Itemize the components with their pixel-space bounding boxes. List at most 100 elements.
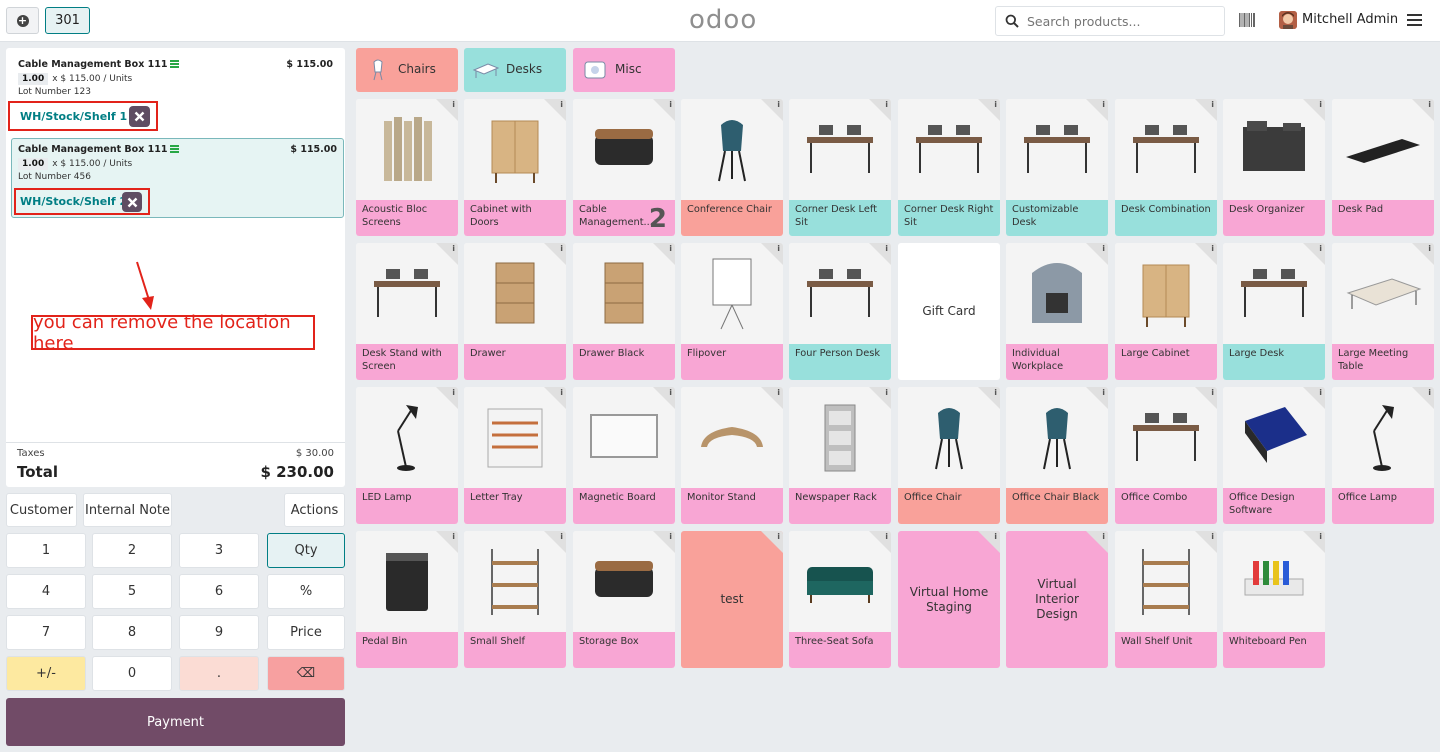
product-card[interactable]: Corner Desk Right Sit i (898, 99, 1000, 236)
product-name: Individual Workplace (1006, 344, 1108, 380)
lot-list-icon[interactable] (170, 145, 180, 153)
info-icon: i (1102, 532, 1105, 541)
product-name: Wall Shelf Unit (1115, 632, 1217, 668)
product-card[interactable]: Office Lamp i (1332, 387, 1434, 524)
product-card[interactable]: Individual Workplace i (1006, 243, 1108, 380)
product-card[interactable]: Office Chair Black i (1006, 387, 1108, 524)
product-card[interactable]: Monitor Stand i (681, 387, 783, 524)
product-card[interactable]: Desk Stand with Screen i (356, 243, 458, 380)
info-icon: i (885, 100, 888, 109)
product-card[interactable]: Customizable Desk i (1006, 99, 1108, 236)
product-name: Newspaper Rack (789, 488, 891, 524)
numpad-key-4[interactable]: 4 (6, 574, 86, 609)
product-card[interactable]: Conference Chair i (681, 99, 783, 236)
product-card[interactable]: Corner Desk Left Sit i (789, 99, 891, 236)
order-line[interactable]: Cable Management Box 111 $ 115.00 1.00 x … (6, 54, 345, 134)
product-card[interactable]: Magnetic Board i (573, 387, 675, 524)
info-icon: i (669, 100, 672, 109)
internal-note-button[interactable]: Internal Note (83, 493, 172, 527)
top-bar: + 301 odoo Mitchell Admin (0, 0, 1440, 42)
qty-mode-button[interactable]: Qty (267, 533, 345, 568)
info-icon: i (777, 532, 780, 541)
payment-button[interactable]: Payment (6, 698, 345, 746)
product-card[interactable]: Four Person Desk i (789, 243, 891, 380)
search-icon (1005, 14, 1019, 28)
category-misc[interactable]: Misc (573, 48, 675, 92)
numpad-key-8[interactable]: 8 (92, 615, 172, 650)
misc-icon (584, 61, 606, 79)
actions-button[interactable]: Actions (284, 493, 345, 527)
product-card[interactable]: Gift Card (898, 243, 1000, 380)
product-card[interactable]: Pedal Bin i (356, 531, 458, 668)
numpad-key-1[interactable]: 1 (6, 533, 86, 568)
divider (6, 442, 345, 443)
product-card[interactable]: test i (681, 531, 783, 668)
product-card[interactable]: Virtual Interior Design i (1006, 531, 1108, 668)
backspace-button[interactable]: ⌫ (267, 656, 345, 691)
numpad-key-2[interactable]: 2 (92, 533, 172, 568)
product-card[interactable]: Desk Combination i (1115, 99, 1217, 236)
info-icon: i (994, 532, 997, 541)
product-card[interactable]: Storage Box i (573, 531, 675, 668)
product-card[interactable]: LED Lamp i (356, 387, 458, 524)
product-name: Flipover (681, 344, 783, 380)
category-chairs[interactable]: Chairs (356, 48, 458, 92)
numpad-key-7[interactable]: 7 (6, 615, 86, 650)
product-card[interactable]: Desk Organizer i (1223, 99, 1325, 236)
numpad-key-0[interactable]: 0 (92, 656, 172, 691)
customer-button[interactable]: Customer (6, 493, 77, 527)
product-card[interactable]: Cabinet with Doors i (464, 99, 566, 236)
numpad-key-5[interactable]: 5 (92, 574, 172, 609)
product-name: Corner Desk Right Sit (898, 200, 1000, 236)
remove-location-button[interactable] (122, 192, 142, 212)
product-card[interactable]: Wall Shelf Unit i (1115, 531, 1217, 668)
info-icon: i (1211, 388, 1214, 397)
product-name: Whiteboard Pen (1223, 632, 1325, 668)
product-card[interactable]: Cable Management... i 2 (573, 99, 675, 236)
product-card[interactable]: Newspaper Rack i (789, 387, 891, 524)
numpad-key-9[interactable]: 9 (179, 615, 259, 650)
product-card[interactable]: Large Meeting Table i (1332, 243, 1434, 380)
search-input[interactable] (1027, 11, 1217, 31)
product-card[interactable]: Acoustic Bloc Screens i (356, 99, 458, 236)
product-card[interactable]: Whiteboard Pen i (1223, 531, 1325, 668)
numpad-key-6[interactable]: 6 (179, 574, 259, 609)
product-card[interactable]: Drawer i (464, 243, 566, 380)
category-desks[interactable]: Desks (464, 48, 566, 92)
product-card[interactable]: Three-Seat Sofa i (789, 531, 891, 668)
product-name: Large Desk (1223, 344, 1325, 380)
decimal-button[interactable]: . (179, 656, 259, 691)
product-card[interactable]: Office Design Software i (1223, 387, 1325, 524)
remove-location-button[interactable] (129, 106, 150, 127)
discount-mode-button[interactable]: % (267, 574, 345, 609)
product-name: Four Person Desk (789, 344, 891, 380)
order-tab[interactable]: 301 (45, 7, 90, 34)
product-card[interactable]: Office Chair i (898, 387, 1000, 524)
user-name[interactable]: Mitchell Admin (1302, 12, 1398, 27)
product-card[interactable]: Flipover i (681, 243, 783, 380)
lot-list-icon[interactable] (170, 60, 180, 68)
product-card[interactable]: Virtual Home Staging i (898, 531, 1000, 668)
search-box[interactable] (995, 6, 1225, 36)
info-icon: i (1428, 100, 1431, 109)
chair-icon (373, 59, 383, 81)
barcode-icon[interactable] (1239, 13, 1256, 27)
product-card[interactable]: Large Cabinet i (1115, 243, 1217, 380)
price-mode-button[interactable]: Price (267, 615, 345, 650)
product-card[interactable]: Large Desk i (1223, 243, 1325, 380)
product-name: LED Lamp (356, 488, 458, 524)
sign-toggle-button[interactable]: +/- (6, 656, 86, 691)
avatar[interactable] (1279, 11, 1297, 29)
hamburger-menu-icon[interactable] (1407, 13, 1422, 27)
product-card[interactable]: Small Shelf i (464, 531, 566, 668)
order-line-selected[interactable]: Cable Management Box 111 $ 115.00 1.00 x … (11, 138, 344, 218)
product-name: Monitor Stand (681, 488, 783, 524)
product-card[interactable]: Letter Tray i (464, 387, 566, 524)
product-card[interactable]: Drawer Black i (573, 243, 675, 380)
product-name: Small Shelf (464, 632, 566, 668)
total-label: Total (17, 463, 58, 481)
product-card[interactable]: Desk Pad i (1332, 99, 1434, 236)
product-card[interactable]: Office Combo i (1115, 387, 1217, 524)
numpad-key-3[interactable]: 3 (179, 533, 259, 568)
new-order-button[interactable]: + (6, 7, 39, 34)
